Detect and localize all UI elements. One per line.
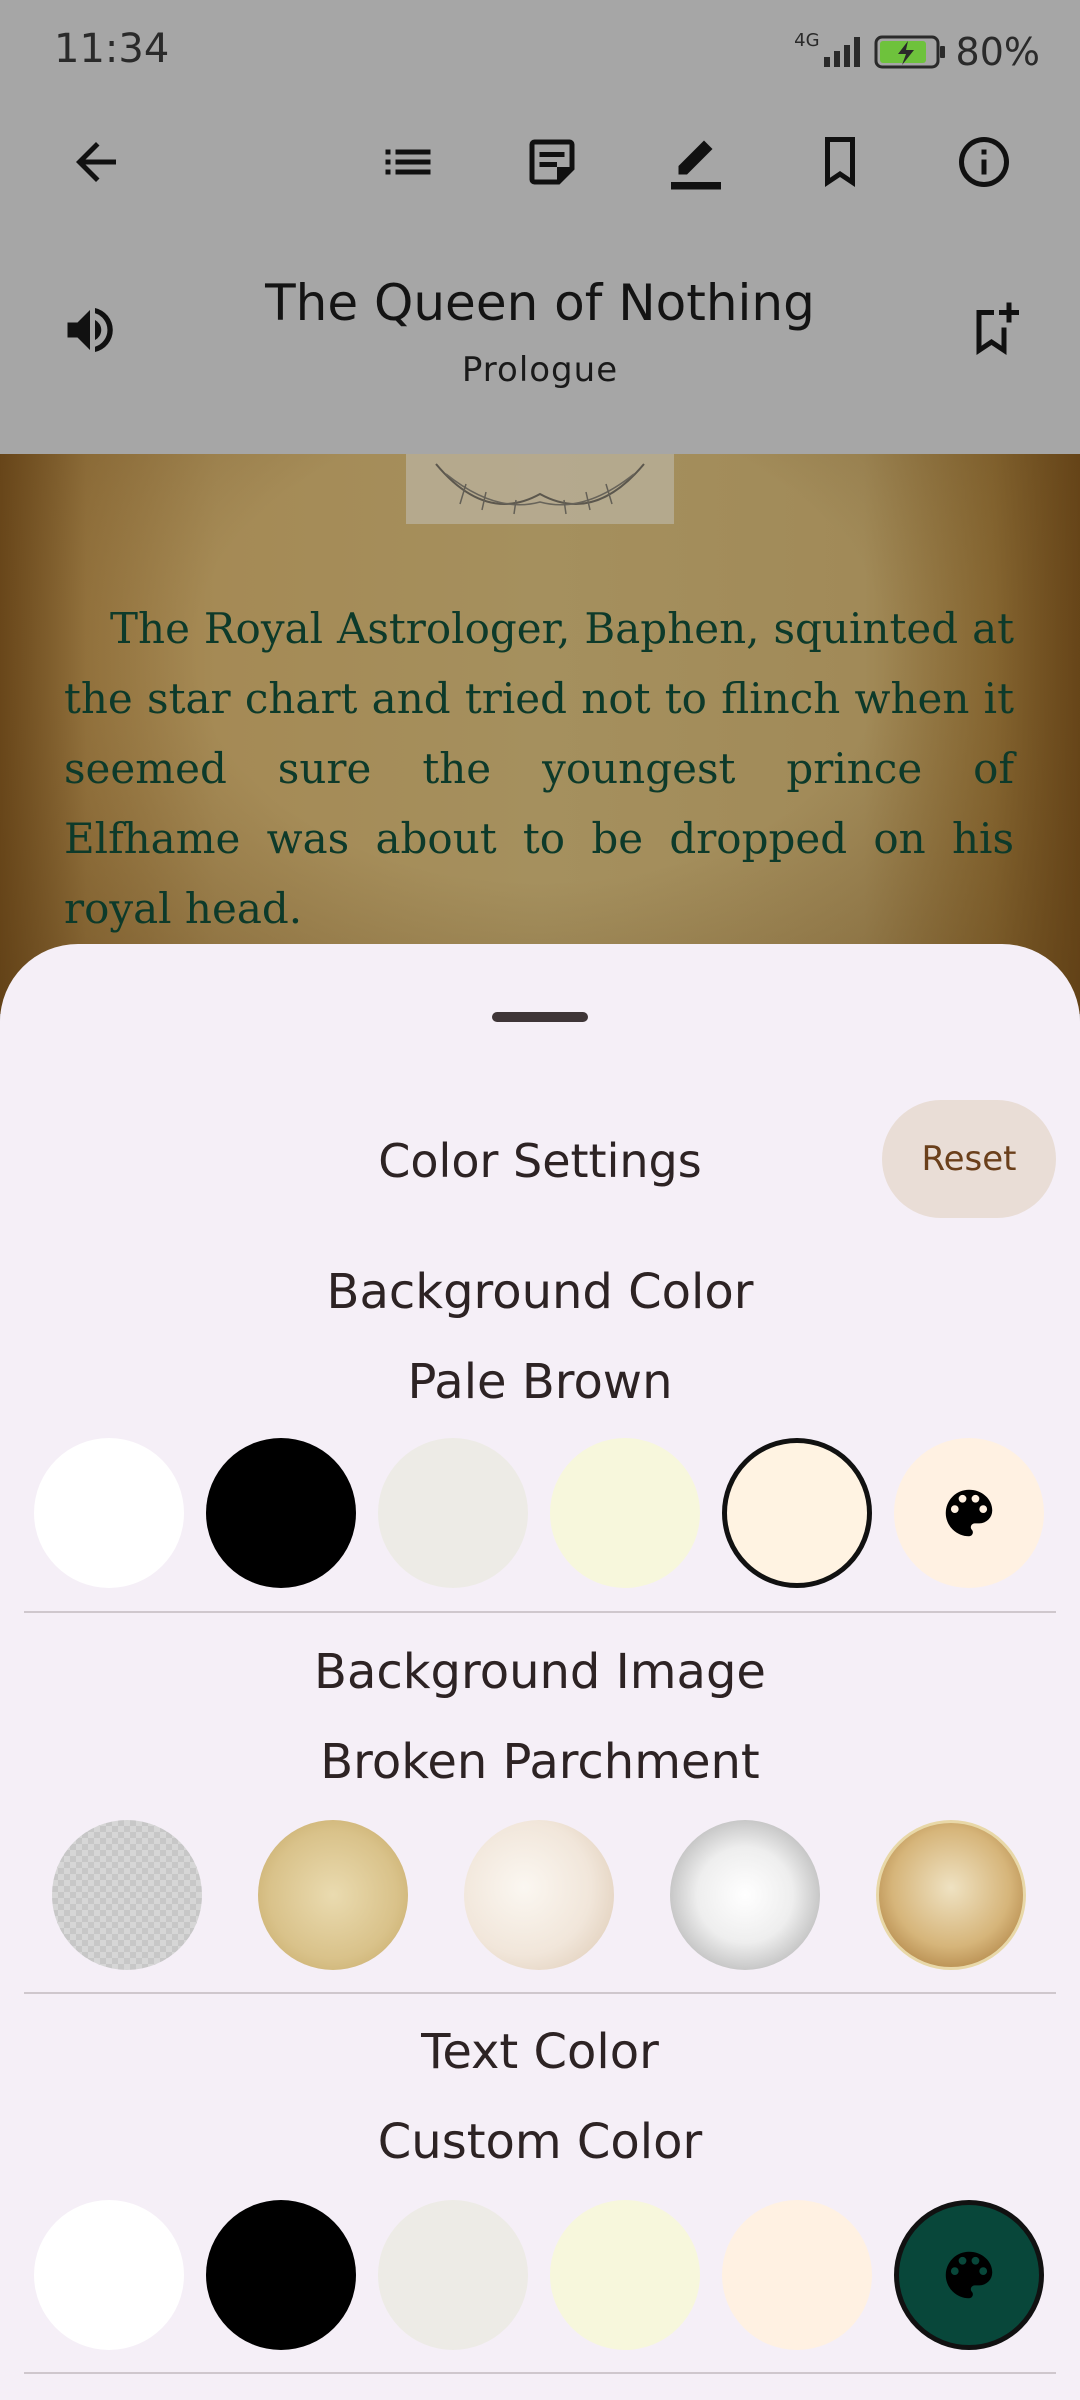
- bookmark-icon[interactable]: [804, 126, 876, 198]
- palette-icon: [945, 2251, 993, 2299]
- text-color-custom-swatch[interactable]: [894, 2200, 1044, 2350]
- drag-handle[interactable]: [492, 1012, 588, 1022]
- battery-percent: 80%: [955, 30, 1040, 74]
- book-title: The Queen of Nothing: [265, 274, 815, 332]
- bg-color-swatch-white[interactable]: [34, 1438, 184, 1588]
- highlight-pen-icon[interactable]: [660, 126, 732, 198]
- chapter-illustration: [406, 454, 674, 524]
- back-arrow-icon[interactable]: [60, 126, 132, 198]
- color-settings-sheet: Color Settings Reset Background Color Pa…: [0, 944, 1080, 2400]
- text-color-value: Custom Color: [377, 2114, 703, 2170]
- text-color-swatch-black[interactable]: [206, 2200, 356, 2350]
- bg-image-swatch-halftone[interactable]: [670, 1820, 820, 1970]
- text-color-swatch-pale-brown[interactable]: [722, 2200, 872, 2350]
- reader-toolbar: The Queen of Nothing Prologue: [0, 104, 1080, 454]
- bg-image-swatch-watercolor[interactable]: [464, 1820, 614, 1970]
- status-icons: 4G 80%: [794, 29, 1040, 75]
- status-bar: 11:34 4G 80%: [0, 0, 1080, 104]
- bg-image-swatch-broken-parchment[interactable]: [876, 1820, 1026, 1970]
- status-time: 11:34: [54, 26, 170, 72]
- text-color-swatch-light-gray[interactable]: [378, 2200, 528, 2350]
- bg-image-swatch-checker[interactable]: [52, 1820, 202, 1970]
- chapter-title: Prologue: [461, 350, 619, 390]
- reader-page[interactable]: The Royal Astrologer, Baphen, squinted a…: [0, 454, 1080, 1014]
- network-type: 4G: [794, 29, 820, 51]
- signal-icon: [823, 37, 860, 67]
- text-color-label: Text Color: [421, 2024, 659, 2080]
- divider: [24, 2372, 1056, 2374]
- background-color-label: Background Color: [326, 1264, 754, 1320]
- divider: [24, 1992, 1056, 1994]
- bg-color-swatch-pale-yellow[interactable]: [550, 1438, 700, 1588]
- bg-color-swatch-pale-brown[interactable]: [722, 1438, 872, 1588]
- background-image-value: Broken Parchment: [320, 1734, 760, 1790]
- divider: [24, 1611, 1056, 1613]
- reset-button[interactable]: Reset: [882, 1100, 1056, 1218]
- text-color-swatch-pale-yellow[interactable]: [550, 2200, 700, 2350]
- background-image-label: Background Image: [314, 1644, 766, 1700]
- reader-paragraph[interactable]: The Royal Astrologer, Baphen, squinted a…: [64, 594, 1014, 944]
- text-color-swatch-white[interactable]: [34, 2200, 184, 2350]
- palette-icon: [945, 1489, 993, 1537]
- info-icon[interactable]: [948, 126, 1020, 198]
- table-of-contents-icon[interactable]: [372, 126, 444, 198]
- battery-icon: [874, 35, 945, 69]
- notes-icon[interactable]: [516, 126, 588, 198]
- bg-image-swatch-aged-paper[interactable]: [258, 1820, 408, 1970]
- bg-color-swatch-light-gray[interactable]: [378, 1438, 528, 1588]
- bg-color-custom-swatch[interactable]: [894, 1438, 1044, 1588]
- background-color-value: Pale Brown: [407, 1354, 673, 1410]
- bg-color-swatch-black[interactable]: [206, 1438, 356, 1588]
